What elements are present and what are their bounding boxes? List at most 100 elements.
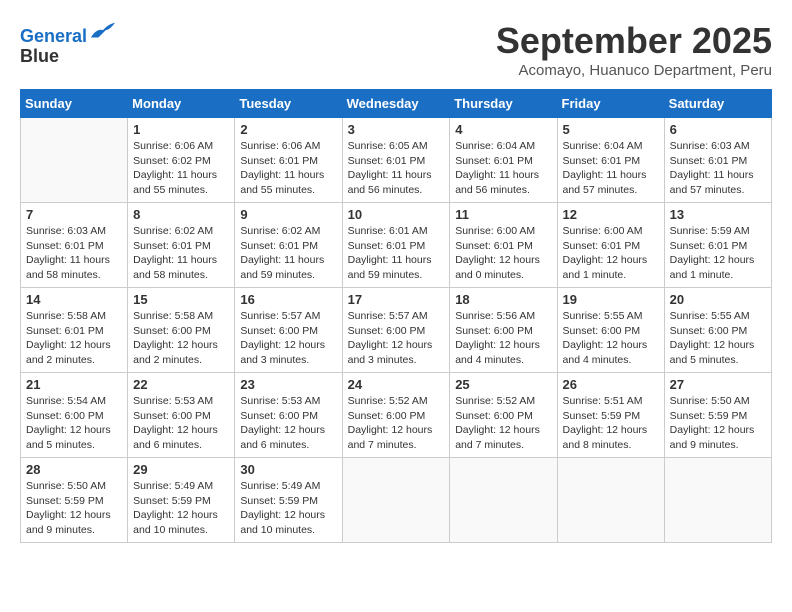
calendar-day-cell: 5Sunrise: 6:04 AM Sunset: 6:01 PM Daylig… — [557, 118, 664, 203]
day-info: Sunrise: 5:52 AM Sunset: 6:00 PM Dayligh… — [348, 394, 445, 453]
calendar-day-cell — [342, 458, 450, 543]
calendar-day-cell: 13 Sunrise: 5:59 AM Sunset: 6:01 PM Dayli… — [664, 203, 771, 288]
day-number: 22 — [133, 377, 229, 392]
calendar-day-cell: 8 Sunrise: 6:02 AM Sunset: 6:01 PM Daylig… — [128, 203, 235, 288]
calendar-day-cell — [450, 458, 557, 543]
day-of-week-header: Tuesday — [235, 90, 342, 118]
day-number: 23 — [240, 377, 336, 392]
day-number: 5 — [563, 122, 659, 137]
day-info: Sunrise: 5:49 AM Sunset: 5:59 PM Dayligh… — [133, 479, 229, 538]
day-number: 2 — [240, 122, 336, 137]
day-info: Sunrise: 5:50 AM Sunset: 5:59 PM Dayligh… — [26, 479, 122, 538]
day-number: 25 — [455, 377, 551, 392]
day-number: 7 — [26, 207, 122, 222]
day-of-week-header: Friday — [557, 90, 664, 118]
logo: GeneralBlue — [20, 20, 117, 67]
calendar-day-cell: 1 Sunrise: 6:06 AM Sunset: 6:02 PM Daylig… — [128, 118, 235, 203]
calendar-week-row: 21 Sunrise: 5:54 AM Sunset: 6:00 PM Dayli… — [21, 373, 772, 458]
calendar-day-cell: 12Sunrise: 6:00 AM Sunset: 6:01 PM Dayli… — [557, 203, 664, 288]
day-of-week-header: Monday — [128, 90, 235, 118]
calendar-day-cell: 15 Sunrise: 5:58 AM Sunset: 6:00 PM Dayli… — [128, 288, 235, 373]
day-info: Sunrise: 5:50 AM Sunset: 5:59 PM Dayligh… — [670, 394, 766, 453]
day-of-week-header: Thursday — [450, 90, 557, 118]
day-number: 3 — [348, 122, 445, 137]
day-info: Sunrise: 5:58 AM Sunset: 6:01 PM Dayligh… — [26, 309, 122, 368]
day-info: Sunrise: 5:54 AM Sunset: 6:00 PM Dayligh… — [26, 394, 122, 453]
calendar-day-cell: 7 Sunrise: 6:03 AM Sunset: 6:01 PM Daylig… — [21, 203, 128, 288]
month-title: September 2025 — [496, 20, 772, 62]
day-number: 15 — [133, 292, 229, 307]
day-number: 26 — [563, 377, 659, 392]
calendar-day-cell: 17Sunrise: 5:57 AM Sunset: 6:00 PM Dayli… — [342, 288, 450, 373]
day-number: 21 — [26, 377, 122, 392]
day-info: Sunrise: 5:58 AM Sunset: 6:00 PM Dayligh… — [133, 309, 229, 368]
day-info: Sunrise: 6:06 AM Sunset: 6:02 PM Dayligh… — [133, 139, 229, 198]
calendar-day-cell — [21, 118, 128, 203]
calendar-day-cell: 20Sunrise: 5:55 AM Sunset: 6:00 PM Dayli… — [664, 288, 771, 373]
calendar-day-cell: 2 Sunrise: 6:06 AM Sunset: 6:01 PM Daylig… — [235, 118, 342, 203]
day-number: 13 — [670, 207, 766, 222]
day-of-week-header: Sunday — [21, 90, 128, 118]
calendar-day-cell: 28Sunrise: 5:50 AM Sunset: 5:59 PM Dayli… — [21, 458, 128, 543]
day-number: 10 — [348, 207, 445, 222]
day-number: 27 — [670, 377, 766, 392]
day-number: 29 — [133, 462, 229, 477]
day-number: 1 — [133, 122, 229, 137]
day-info: Sunrise: 5:57 AM Sunset: 6:00 PM Dayligh… — [348, 309, 445, 368]
calendar-day-cell: 22 Sunrise: 5:53 AM Sunset: 6:00 PM Dayli… — [128, 373, 235, 458]
day-info: Sunrise: 5:55 AM Sunset: 6:00 PM Dayligh… — [563, 309, 659, 368]
day-info: Sunrise: 5:49 AM Sunset: 5:59 PM Dayligh… — [240, 479, 336, 538]
calendar-day-cell: 9 Sunrise: 6:02 AM Sunset: 6:01 PM Daylig… — [235, 203, 342, 288]
day-info: Sunrise: 6:00 AM Sunset: 6:01 PM Dayligh… — [455, 224, 551, 283]
day-number: 24 — [348, 377, 445, 392]
calendar-week-row: 7 Sunrise: 6:03 AM Sunset: 6:01 PM Daylig… — [21, 203, 772, 288]
day-info: Sunrise: 5:52 AM Sunset: 6:00 PM Dayligh… — [455, 394, 551, 453]
day-info: Sunrise: 6:03 AM Sunset: 6:01 PM Dayligh… — [670, 139, 766, 198]
calendar-week-row: 28Sunrise: 5:50 AM Sunset: 5:59 PM Dayli… — [21, 458, 772, 543]
day-number: 4 — [455, 122, 551, 137]
day-info: Sunrise: 6:03 AM Sunset: 6:01 PM Dayligh… — [26, 224, 122, 283]
location: Acomayo, Huanuco Department, Peru — [496, 62, 772, 79]
calendar-day-cell: 21 Sunrise: 5:54 AM Sunset: 6:00 PM Dayli… — [21, 373, 128, 458]
day-info: Sunrise: 6:02 AM Sunset: 6:01 PM Dayligh… — [240, 224, 336, 283]
calendar-day-cell: 18Sunrise: 5:56 AM Sunset: 6:00 PM Dayli… — [450, 288, 557, 373]
calendar-day-cell: 16 Sunrise: 5:57 AM Sunset: 6:00 PM Dayli… — [235, 288, 342, 373]
title-block: September 2025 Acomayo, Huanuco Departme… — [496, 20, 772, 79]
calendar-header-row: SundayMondayTuesdayWednesdayThursdayFrid… — [21, 90, 772, 118]
day-info: Sunrise: 6:00 AM Sunset: 6:01 PM Dayligh… — [563, 224, 659, 283]
calendar-day-cell: 30Sunrise: 5:49 AM Sunset: 5:59 PM Dayli… — [235, 458, 342, 543]
calendar-day-cell: 19 Sunrise: 5:55 AM Sunset: 6:00 PM Dayli… — [557, 288, 664, 373]
day-info: Sunrise: 5:57 AM Sunset: 6:00 PM Dayligh… — [240, 309, 336, 368]
logo-text: GeneralBlue — [20, 20, 117, 67]
calendar-day-cell: 14 Sunrise: 5:58 AM Sunset: 6:01 PM Dayli… — [21, 288, 128, 373]
calendar-day-cell: 11 Sunrise: 6:00 AM Sunset: 6:01 PM Dayli… — [450, 203, 557, 288]
calendar-day-cell — [664, 458, 771, 543]
calendar-day-cell: 4 Sunrise: 6:04 AM Sunset: 6:01 PM Daylig… — [450, 118, 557, 203]
day-info: Sunrise: 6:02 AM Sunset: 6:01 PM Dayligh… — [133, 224, 229, 283]
day-info: Sunrise: 6:06 AM Sunset: 6:01 PM Dayligh… — [240, 139, 336, 198]
calendar-week-row: 14 Sunrise: 5:58 AM Sunset: 6:01 PM Dayli… — [21, 288, 772, 373]
day-number: 6 — [670, 122, 766, 137]
day-number: 16 — [240, 292, 336, 307]
day-number: 14 — [26, 292, 122, 307]
calendar-table: SundayMondayTuesdayWednesdayThursdayFrid… — [20, 89, 772, 543]
day-info: Sunrise: 5:53 AM Sunset: 6:00 PM Dayligh… — [133, 394, 229, 453]
day-number: 19 — [563, 292, 659, 307]
day-number: 8 — [133, 207, 229, 222]
day-number: 20 — [670, 292, 766, 307]
calendar-day-cell: 26 Sunrise: 5:51 AM Sunset: 5:59 PM Dayli… — [557, 373, 664, 458]
day-of-week-header: Saturday — [664, 90, 771, 118]
day-info: Sunrise: 5:51 AM Sunset: 5:59 PM Dayligh… — [563, 394, 659, 453]
day-number: 18 — [455, 292, 551, 307]
day-info: Sunrise: 5:59 AM Sunset: 6:01 PM Dayligh… — [670, 224, 766, 283]
day-info: Sunrise: 5:53 AM Sunset: 6:00 PM Dayligh… — [240, 394, 336, 453]
day-info: Sunrise: 6:04 AM Sunset: 6:01 PM Dayligh… — [455, 139, 551, 198]
day-number: 11 — [455, 207, 551, 222]
calendar-day-cell — [557, 458, 664, 543]
calendar-day-cell: 23 Sunrise: 5:53 AM Sunset: 6:00 PM Dayli… — [235, 373, 342, 458]
calendar-day-cell: 24 Sunrise: 5:52 AM Sunset: 6:00 PM Dayli… — [342, 373, 450, 458]
day-number: 9 — [240, 207, 336, 222]
calendar-day-cell: 3Sunrise: 6:05 AM Sunset: 6:01 PM Daylig… — [342, 118, 450, 203]
calendar-week-row: 1 Sunrise: 6:06 AM Sunset: 6:02 PM Daylig… — [21, 118, 772, 203]
calendar-day-cell: 29 Sunrise: 5:49 AM Sunset: 5:59 PM Dayli… — [128, 458, 235, 543]
